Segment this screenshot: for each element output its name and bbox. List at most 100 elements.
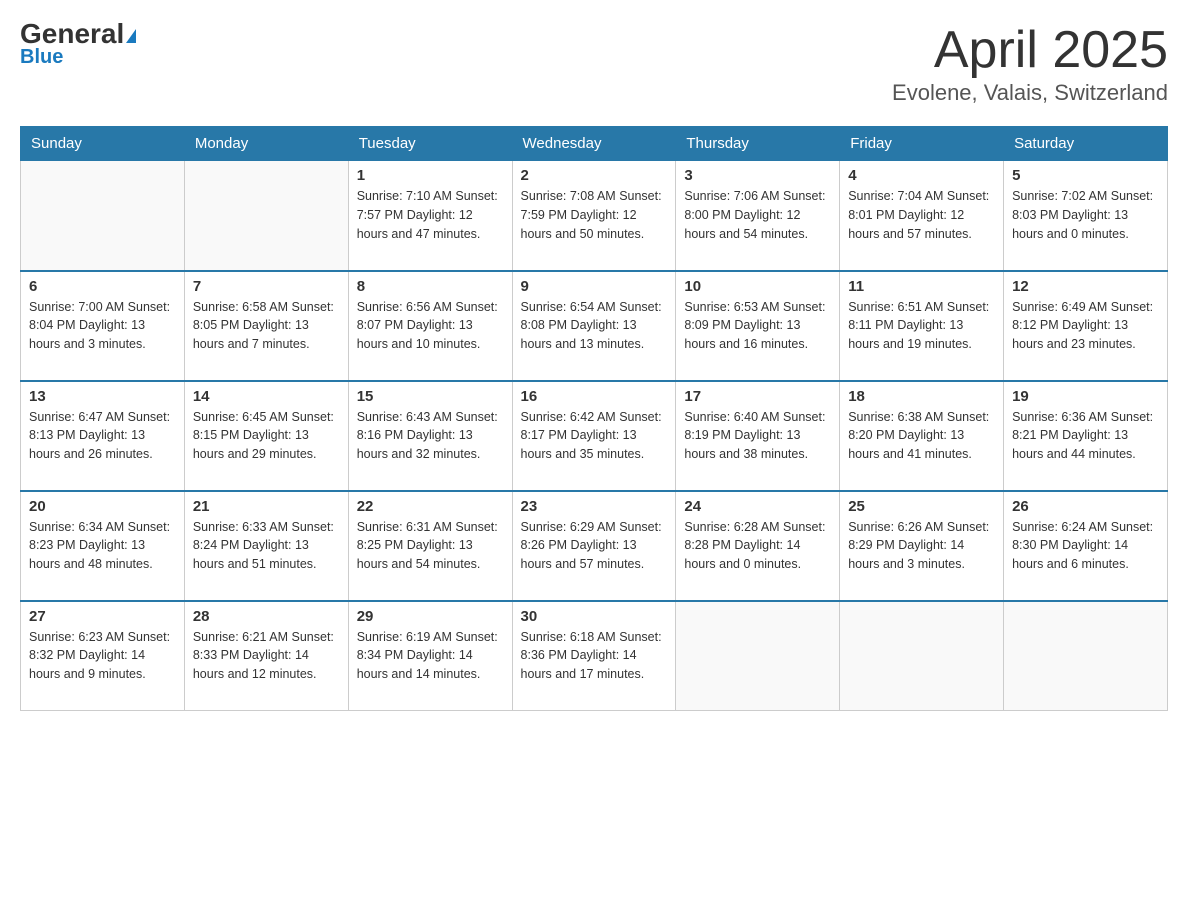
- day-info: Sunrise: 6:31 AM Sunset: 8:25 PM Dayligh…: [357, 518, 504, 574]
- day-number: 10: [684, 278, 831, 295]
- day-number: 4: [848, 167, 995, 184]
- calendar-cell: 24 Sunrise: 6:28 AM Sunset: 8:28 PM Dayli…: [676, 491, 840, 601]
- calendar-cell: 3 Sunrise: 7:06 AM Sunset: 8:00 PM Daylig…: [676, 161, 840, 271]
- calendar-cell: 12 Sunrise: 6:49 AM Sunset: 8:12 PM Dayli…: [1004, 271, 1168, 381]
- header-friday: Friday: [840, 127, 1004, 161]
- day-number: 11: [848, 278, 995, 295]
- day-info: Sunrise: 7:10 AM Sunset: 7:57 PM Dayligh…: [357, 187, 504, 243]
- day-info: Sunrise: 6:42 AM Sunset: 8:17 PM Dayligh…: [521, 408, 668, 464]
- day-number: 2: [521, 167, 668, 184]
- day-number: 7: [193, 278, 340, 295]
- calendar-cell: 15 Sunrise: 6:43 AM Sunset: 8:16 PM Dayli…: [348, 381, 512, 491]
- day-info: Sunrise: 6:24 AM Sunset: 8:30 PM Dayligh…: [1012, 518, 1159, 574]
- logo: General Blue: [20, 20, 136, 69]
- calendar-cell: 27 Sunrise: 6:23 AM Sunset: 8:32 PM Dayli…: [21, 601, 185, 711]
- calendar-cell: 14 Sunrise: 6:45 AM Sunset: 8:15 PM Dayli…: [184, 381, 348, 491]
- header-wednesday: Wednesday: [512, 127, 676, 161]
- calendar-cell: 9 Sunrise: 6:54 AM Sunset: 8:08 PM Daylig…: [512, 271, 676, 381]
- day-info: Sunrise: 6:51 AM Sunset: 8:11 PM Dayligh…: [848, 298, 995, 354]
- day-info: Sunrise: 6:45 AM Sunset: 8:15 PM Dayligh…: [193, 408, 340, 464]
- calendar-cell: 30Sunrise: 6:18 AM Sunset: 8:36 PM Dayli…: [512, 601, 676, 711]
- calendar-cell: 17 Sunrise: 6:40 AM Sunset: 8:19 PM Dayli…: [676, 381, 840, 491]
- day-number: 22: [357, 498, 504, 515]
- day-info: Sunrise: 7:06 AM Sunset: 8:00 PM Dayligh…: [684, 187, 831, 243]
- calendar-cell: 13 Sunrise: 6:47 AM Sunset: 8:13 PM Dayli…: [21, 381, 185, 491]
- day-info: Sunrise: 6:23 AM Sunset: 8:32 PM Dayligh…: [29, 628, 176, 684]
- week-row-5: 27 Sunrise: 6:23 AM Sunset: 8:32 PM Dayli…: [21, 601, 1168, 711]
- day-number: 6: [29, 278, 176, 295]
- day-info: Sunrise: 6:21 AM Sunset: 8:33 PM Dayligh…: [193, 628, 340, 684]
- week-row-1: 1 Sunrise: 7:10 AM Sunset: 7:57 PM Daylig…: [21, 161, 1168, 271]
- header-thursday: Thursday: [676, 127, 840, 161]
- calendar-cell: [676, 601, 840, 711]
- page-header: General Blue April 2025 Evolene, Valais,…: [20, 20, 1168, 106]
- header-row: SundayMondayTuesdayWednesdayThursdayFrid…: [21, 127, 1168, 161]
- header-sunday: Sunday: [21, 127, 185, 161]
- day-info: Sunrise: 6:53 AM Sunset: 8:09 PM Dayligh…: [684, 298, 831, 354]
- header-tuesday: Tuesday: [348, 127, 512, 161]
- day-number: 8: [357, 278, 504, 295]
- calendar-cell: 21 Sunrise: 6:33 AM Sunset: 8:24 PM Dayli…: [184, 491, 348, 601]
- calendar-cell: 29 Sunrise: 6:19 AM Sunset: 8:34 PM Dayli…: [348, 601, 512, 711]
- month-title: April 2025: [892, 20, 1168, 80]
- day-number: 23: [521, 498, 668, 515]
- day-number: 25: [848, 498, 995, 515]
- day-info: Sunrise: 6:43 AM Sunset: 8:16 PM Dayligh…: [357, 408, 504, 464]
- day-info: Sunrise: 6:33 AM Sunset: 8:24 PM Dayligh…: [193, 518, 340, 574]
- day-number: 15: [357, 388, 504, 405]
- day-number: 17: [684, 388, 831, 405]
- day-number: 24: [684, 498, 831, 515]
- header-saturday: Saturday: [1004, 127, 1168, 161]
- day-info: Sunrise: 7:08 AM Sunset: 7:59 PM Dayligh…: [521, 187, 668, 243]
- week-row-2: 6 Sunrise: 7:00 AM Sunset: 8:04 PM Daylig…: [21, 271, 1168, 381]
- day-number: 1: [357, 167, 504, 184]
- day-info: Sunrise: 6:40 AM Sunset: 8:19 PM Dayligh…: [684, 408, 831, 464]
- day-info: Sunrise: 6:36 AM Sunset: 8:21 PM Dayligh…: [1012, 408, 1159, 464]
- calendar-cell: 22 Sunrise: 6:31 AM Sunset: 8:25 PM Dayli…: [348, 491, 512, 601]
- calendar-cell: 10 Sunrise: 6:53 AM Sunset: 8:09 PM Dayli…: [676, 271, 840, 381]
- calendar-cell: 16Sunrise: 6:42 AM Sunset: 8:17 PM Dayli…: [512, 381, 676, 491]
- day-info: Sunrise: 6:58 AM Sunset: 8:05 PM Dayligh…: [193, 298, 340, 354]
- day-number: 12: [1012, 278, 1159, 295]
- day-number: 29: [357, 608, 504, 625]
- header-monday: Monday: [184, 127, 348, 161]
- calendar-cell: 26Sunrise: 6:24 AM Sunset: 8:30 PM Dayli…: [1004, 491, 1168, 601]
- day-number: 30: [521, 608, 668, 625]
- calendar-cell: 25Sunrise: 6:26 AM Sunset: 8:29 PM Dayli…: [840, 491, 1004, 601]
- calendar-cell: 18Sunrise: 6:38 AM Sunset: 8:20 PM Dayli…: [840, 381, 1004, 491]
- calendar-cell: [840, 601, 1004, 711]
- day-number: 9: [521, 278, 668, 295]
- calendar-cell: 20Sunrise: 6:34 AM Sunset: 8:23 PM Dayli…: [21, 491, 185, 601]
- day-info: Sunrise: 6:47 AM Sunset: 8:13 PM Dayligh…: [29, 408, 176, 464]
- day-number: 3: [684, 167, 831, 184]
- calendar-cell: [184, 161, 348, 271]
- logo-general: General: [20, 20, 136, 48]
- calendar-cell: [1004, 601, 1168, 711]
- calendar-cell: 6 Sunrise: 7:00 AM Sunset: 8:04 PM Daylig…: [21, 271, 185, 381]
- day-info: Sunrise: 6:49 AM Sunset: 8:12 PM Dayligh…: [1012, 298, 1159, 354]
- week-row-3: 13 Sunrise: 6:47 AM Sunset: 8:13 PM Dayli…: [21, 381, 1168, 491]
- calendar-cell: 11 Sunrise: 6:51 AM Sunset: 8:11 PM Dayli…: [840, 271, 1004, 381]
- day-info: Sunrise: 6:38 AM Sunset: 8:20 PM Dayligh…: [848, 408, 995, 464]
- calendar-cell: 19Sunrise: 6:36 AM Sunset: 8:21 PM Dayli…: [1004, 381, 1168, 491]
- day-number: 28: [193, 608, 340, 625]
- day-info: Sunrise: 6:28 AM Sunset: 8:28 PM Dayligh…: [684, 518, 831, 574]
- day-info: Sunrise: 7:04 AM Sunset: 8:01 PM Dayligh…: [848, 187, 995, 243]
- day-info: Sunrise: 7:02 AM Sunset: 8:03 PM Dayligh…: [1012, 187, 1159, 243]
- calendar-cell: 23 Sunrise: 6:29 AM Sunset: 8:26 PM Dayli…: [512, 491, 676, 601]
- day-info: Sunrise: 6:56 AM Sunset: 8:07 PM Dayligh…: [357, 298, 504, 354]
- calendar-cell: 1 Sunrise: 7:10 AM Sunset: 7:57 PM Daylig…: [348, 161, 512, 271]
- day-number: 14: [193, 388, 340, 405]
- title-block: April 2025 Evolene, Valais, Switzerland: [892, 20, 1168, 106]
- day-info: Sunrise: 6:19 AM Sunset: 8:34 PM Dayligh…: [357, 628, 504, 684]
- day-number: 13: [29, 388, 176, 405]
- day-number: 21: [193, 498, 340, 515]
- day-number: 27: [29, 608, 176, 625]
- week-row-4: 20Sunrise: 6:34 AM Sunset: 8:23 PM Dayli…: [21, 491, 1168, 601]
- day-info: Sunrise: 6:54 AM Sunset: 8:08 PM Dayligh…: [521, 298, 668, 354]
- day-number: 5: [1012, 167, 1159, 184]
- location: Evolene, Valais, Switzerland: [892, 80, 1168, 106]
- calendar-cell: 28 Sunrise: 6:21 AM Sunset: 8:33 PM Dayli…: [184, 601, 348, 711]
- day-info: Sunrise: 6:29 AM Sunset: 8:26 PM Dayligh…: [521, 518, 668, 574]
- day-info: Sunrise: 7:00 AM Sunset: 8:04 PM Dayligh…: [29, 298, 176, 354]
